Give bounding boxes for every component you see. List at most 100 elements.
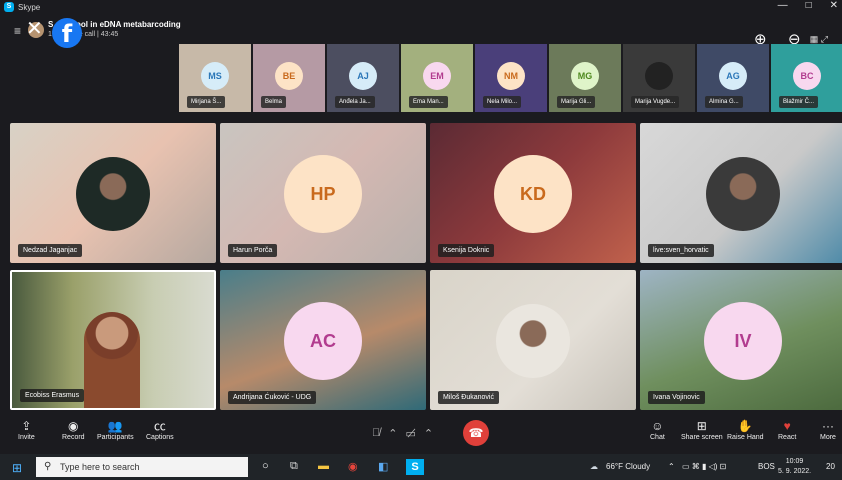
window-controls: — □ ✕ xyxy=(778,0,838,11)
participant-name-label: Belma xyxy=(261,96,287,108)
strip-participant[interactable]: AJ Anđela Ja... xyxy=(327,44,399,112)
strip-participant[interactable]: MS Mirjana Š... xyxy=(179,44,251,112)
call-header: ≡ S... school in eDNA metabarcoding 17 .… xyxy=(0,14,842,48)
close-window-button[interactable]: ✕ xyxy=(830,0,838,11)
captions-button[interactable]: ㏄ Captions xyxy=(146,418,174,441)
participant-avatar: BC xyxy=(793,62,821,90)
task-view-icon[interactable]: ⧉ xyxy=(290,460,298,473)
skype-taskbar-icon[interactable]: S xyxy=(406,459,424,475)
weather-cloud-icon: ☁ xyxy=(590,462,598,471)
participant-name-label: Ema Man... xyxy=(409,96,448,108)
heart-icon: ♥ xyxy=(783,419,791,433)
participant-avatar: NM xyxy=(497,62,525,90)
video-tile[interactable]: HP Harun Porča xyxy=(220,123,426,263)
participant-name-label: Ksenija Doknic xyxy=(438,244,495,257)
clock[interactable]: 10:09 5. 9. 2022. xyxy=(778,457,811,477)
record-button[interactable]: ◉ Record xyxy=(62,418,85,441)
search-icon: ⚲ xyxy=(44,461,52,472)
participant-name-label: Blažmir Č... xyxy=(779,96,819,108)
video-tile[interactable]: AC Andrijana Ćuković - UDG xyxy=(220,270,426,410)
participant-name-label: Ivana Vojinovic xyxy=(648,391,705,404)
skype-call-window: S Skype — □ ✕ ≡ S... school in eDNA meta… xyxy=(0,0,842,480)
chat-icon: ☺ xyxy=(651,419,664,433)
participant-photo xyxy=(706,157,780,231)
strip-participant[interactable]: NM Nela Milo... xyxy=(475,44,547,112)
share-out-icon: ⇪ xyxy=(21,419,32,433)
menu-icon[interactable]: ≡ xyxy=(14,24,21,38)
video-tile[interactable]: Miloš Đukanović xyxy=(430,270,636,410)
weather-text[interactable]: 66°F Cloudy xyxy=(606,462,650,471)
participant-name-label: Marija Vugde... xyxy=(631,96,680,108)
participants-button[interactable]: 👥 Participants xyxy=(97,418,134,441)
react-button[interactable]: ♥ React xyxy=(778,418,796,441)
video-tile[interactable]: KD Ksenija Doknic xyxy=(430,123,636,263)
chrome-icon[interactable]: ◉ xyxy=(348,460,358,473)
title-bar: S Skype — □ ✕ xyxy=(0,0,842,14)
participant-photo xyxy=(496,304,570,378)
participant-name-label: Harun Porča xyxy=(228,244,278,257)
mic-options-chevron-icon[interactable]: ⌃ xyxy=(388,427,397,440)
maximize-button[interactable]: □ xyxy=(806,0,812,11)
mic-muted-icon[interactable]: 🎙̸ xyxy=(372,427,380,439)
call-controls-bar: ⇪ Invite ◉ Record 👥 Participants ㏄ Captions … xyxy=(0,412,842,454)
app-name: Skype xyxy=(18,2,41,12)
video-grid: Nedzad Jaganjac HP Harun Porča KD Ksenija Do… xyxy=(10,123,842,410)
minimize-button[interactable]: — xyxy=(778,0,788,11)
participant-name-label: Ecobiss Erasmus xyxy=(20,389,85,402)
participant-avatar: AG xyxy=(719,62,747,90)
participant-strip: MS Mirjana Š... BE Belma AJ Anđela Ja... EM Ema… xyxy=(179,44,842,112)
app-icon[interactable]: ◧ xyxy=(378,460,388,473)
facebook-icon[interactable]: f xyxy=(52,18,82,48)
video-tile[interactable]: IV Ivana Vojinovic xyxy=(640,270,842,410)
video-tile[interactable]: live:sven_horvatic xyxy=(640,123,842,263)
camera-options-chevron-icon[interactable]: ⌃ xyxy=(424,427,433,440)
camera-off-icon[interactable]: ▭̸ xyxy=(405,427,415,440)
invite-button[interactable]: ⇪ Invite xyxy=(18,418,35,441)
taskbar-search-input[interactable]: ⚲ Type here to search xyxy=(36,457,248,477)
windows-start-icon[interactable]: ⊞ xyxy=(12,461,22,475)
video-tile[interactable]: Nedzad Jaganjac xyxy=(10,123,216,263)
participant-name-label: Nedzad Jaganjac xyxy=(18,244,83,257)
strip-participant[interactable]: BC Blažmir Č... xyxy=(771,44,842,112)
participant-avatar: AC xyxy=(284,302,362,380)
language-indicator[interactable]: BOS xyxy=(758,462,775,471)
participants-icon: 👥 xyxy=(107,419,123,433)
participant-name-label: Miloš Đukanović xyxy=(438,391,499,404)
participant-avatar xyxy=(645,62,673,90)
hang-up-button[interactable]: ☎ xyxy=(463,420,489,446)
cortana-icon[interactable]: ○ xyxy=(262,460,269,472)
participant-name-label: Mirjana Š... xyxy=(187,96,226,108)
share-screen-icon: ⊞ xyxy=(696,419,707,433)
participant-name-label: Marija Gli... xyxy=(557,96,596,108)
video-tile[interactable]: Ecobiss Erasmus xyxy=(10,270,216,410)
record-icon: ◉ xyxy=(68,419,79,433)
raise-hand-button[interactable]: ✋ Raise Hand xyxy=(727,418,764,441)
participant-avatar: IV xyxy=(704,302,782,380)
share-screen-button[interactable]: ⊞ Share screen xyxy=(681,418,723,441)
chat-button[interactable]: ☺ Chat xyxy=(650,418,665,441)
phone-hangup-icon: ☎ xyxy=(468,426,484,440)
file-explorer-icon[interactable]: ▬ xyxy=(318,460,329,472)
participant-avatar: HP xyxy=(284,155,362,233)
participant-photo xyxy=(76,157,150,231)
strip-participant[interactable]: AG Almina G... xyxy=(697,44,769,112)
strip-participant[interactable]: BE Belma xyxy=(253,44,325,112)
participant-avatar: EM xyxy=(423,62,451,90)
participant-name-label: live:sven_horvatic xyxy=(648,244,714,257)
close-overlay-icon[interactable]: ✕ xyxy=(26,16,43,41)
camera-video-feed xyxy=(84,312,140,408)
tray-icons[interactable]: ▭ ⌘ ▮ ◁) ⊡ xyxy=(682,462,726,471)
windows-taskbar: ⊞ ⚲ Type here to search ○ ⧉ ▬ ◉ ◧ S ☁ 66… xyxy=(0,454,842,480)
participant-name-label: Anđela Ja... xyxy=(335,96,375,108)
more-button[interactable]: ··· More xyxy=(820,418,836,441)
more-dots-icon: ··· xyxy=(821,419,834,433)
notification-badge[interactable]: 20 xyxy=(826,462,835,471)
participant-avatar: KD xyxy=(494,155,572,233)
strip-participant[interactable]: EM Ema Man... xyxy=(401,44,473,112)
participant-avatar: AJ xyxy=(349,62,377,90)
participant-avatar: BE xyxy=(275,62,303,90)
tray-overflow-icon[interactable]: ⌃ xyxy=(668,462,675,471)
strip-participant[interactable]: Marija Vugde... xyxy=(623,44,695,112)
participant-name-label: Almina G... xyxy=(705,96,743,108)
strip-participant[interactable]: MG Marija Gli... xyxy=(549,44,621,112)
